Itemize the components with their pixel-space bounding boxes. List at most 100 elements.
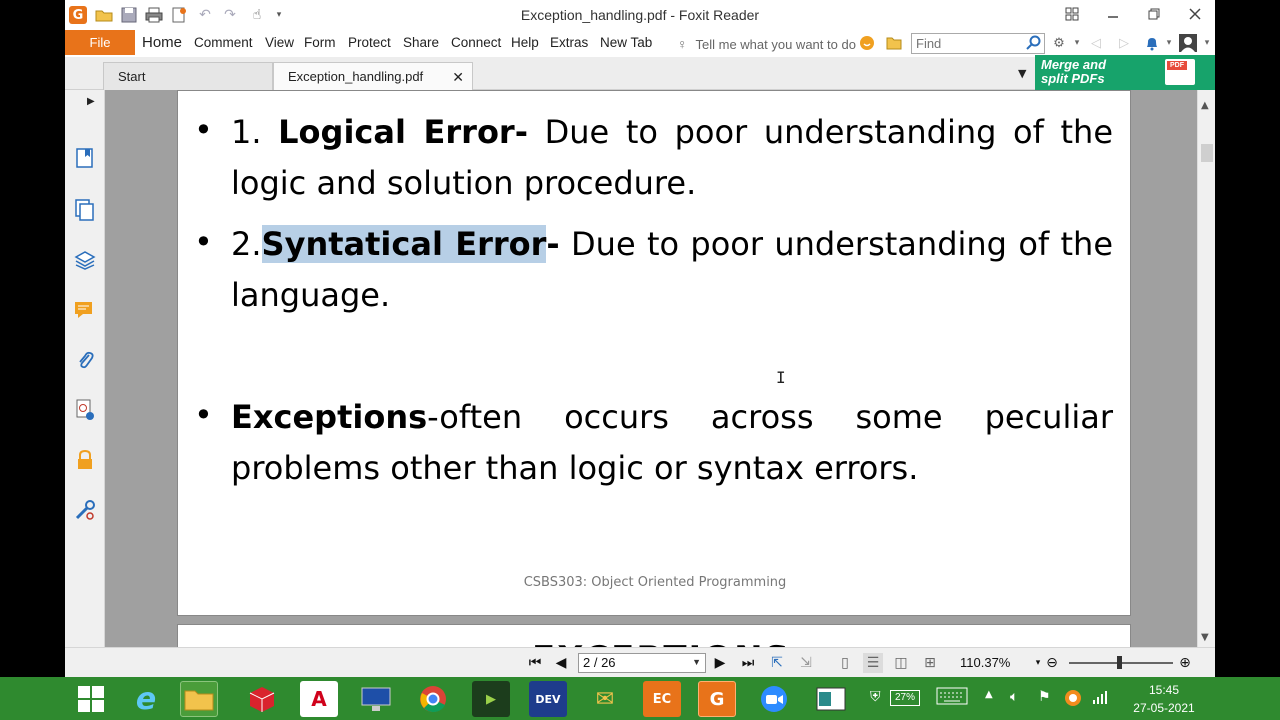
- page-dropdown-icon[interactable]: ▼: [692, 657, 701, 667]
- network-signal-icon[interactable]: [1092, 689, 1108, 709]
- restore-button[interactable]: [1139, 3, 1169, 25]
- internet-explorer-icon[interactable]: e: [127, 681, 165, 717]
- close-button[interactable]: [1180, 3, 1210, 25]
- single-page-icon[interactable]: ▯: [835, 653, 855, 673]
- zoom-out-icon[interactable]: ⊖: [1042, 653, 1062, 673]
- scroll-down-icon[interactable]: ▼: [1201, 632, 1209, 643]
- next-pdf-page[interactable]: EXCEPTIONS: [177, 624, 1131, 647]
- menu-home[interactable]: Home: [142, 34, 182, 51]
- search-icon[interactable]: [1025, 34, 1043, 52]
- menu-help[interactable]: Help: [511, 35, 539, 50]
- lenovo-display-icon[interactable]: [357, 681, 395, 717]
- shield-tray-icon[interactable]: ⛨: [870, 689, 881, 705]
- expand-panel-icon[interactable]: ▶: [87, 96, 95, 107]
- last-page-icon[interactable]: ⏭: [738, 653, 758, 673]
- next-view-icon[interactable]: ⇲: [796, 653, 816, 673]
- menu-comment[interactable]: Comment: [194, 35, 253, 50]
- layers-icon[interactable]: [73, 248, 97, 272]
- action-center-flag-icon[interactable]: ⚑: [1038, 689, 1051, 705]
- dev-cpp-icon[interactable]: DEV: [529, 681, 567, 717]
- zoom-level[interactable]: 110.37%: [960, 655, 1010, 670]
- 3d-box-app-icon[interactable]: [243, 681, 281, 717]
- exceptions-label: Exceptions: [231, 398, 428, 436]
- forward-icon[interactable]: ▷: [1115, 34, 1133, 52]
- minimize-button[interactable]: [1098, 3, 1128, 25]
- notification-bell-icon[interactable]: [1143, 34, 1161, 52]
- clock-time: 15:45: [1148, 683, 1180, 697]
- page-footer: CSBS303: Object Oriented Programming: [523, 575, 787, 590]
- foxit-reader-taskbar-icon[interactable]: G: [698, 681, 736, 717]
- facing-pages-icon[interactable]: ◫: [891, 653, 911, 673]
- signatures-icon[interactable]: [73, 398, 97, 422]
- zoom-slider-thumb[interactable]: [1117, 656, 1122, 669]
- reader-window-icon[interactable]: [812, 681, 850, 717]
- adobe-icon[interactable]: A: [300, 681, 338, 717]
- file-explorer-icon[interactable]: [180, 681, 218, 717]
- tab-exception-handling[interactable]: Exception_handling.pdf ✕: [273, 62, 473, 90]
- selected-text-highlight[interactable]: Syntatical Error: [261, 225, 547, 263]
- attachments-paperclip-icon[interactable]: [73, 348, 97, 372]
- chrome-icon[interactable]: [414, 681, 452, 717]
- close-tab-icon[interactable]: ✕: [452, 69, 464, 86]
- menu-view[interactable]: View: [265, 35, 294, 50]
- presentation-app-icon[interactable]: EC: [643, 681, 681, 717]
- zoom-in-icon[interactable]: ⊕: [1175, 653, 1195, 673]
- volume-icon[interactable]: 🔈︎: [1010, 689, 1018, 705]
- menu-form[interactable]: Form: [304, 35, 336, 50]
- bookmarks-icon[interactable]: [73, 146, 97, 170]
- ribbon-display-icon[interactable]: [1057, 3, 1087, 25]
- pages-thumbnails-icon[interactable]: [73, 198, 97, 222]
- tab-list-dropdown-icon[interactable]: ▼: [1018, 67, 1026, 80]
- tools-wrench-icon[interactable]: [73, 498, 97, 522]
- comments-icon[interactable]: [73, 298, 97, 322]
- status-bar: ⏮ ◀ 2 / 26 ▼ ▶ ⏭ ⇱ ⇲ ▯ ☰ ◫ ⊞ 110.37% ▾ ⊖…: [65, 647, 1215, 677]
- terminal-app-icon[interactable]: ▶: [472, 681, 510, 717]
- avast-tray-icon[interactable]: [1064, 689, 1082, 711]
- vertical-scrollbar[interactable]: ▲ ▼: [1197, 90, 1215, 647]
- taskbar-clock[interactable]: 15:45 27-05-2021: [1124, 681, 1204, 717]
- continuous-page-icon[interactable]: ☰: [863, 653, 883, 673]
- pdf-page[interactable]: • 1. Logical Error- Due to poor understa…: [177, 90, 1131, 616]
- continuous-facing-icon[interactable]: ⊞: [920, 653, 940, 673]
- first-page-icon[interactable]: ⏮: [525, 653, 545, 673]
- show-hidden-icons[interactable]: ▲: [985, 689, 993, 700]
- menu-protect[interactable]: Protect: [348, 35, 391, 50]
- document-view[interactable]: • 1. Logical Error- Due to poor understa…: [105, 90, 1197, 647]
- previous-view-icon[interactable]: ⇱: [767, 653, 787, 673]
- tell-me-text: Tell me what you want to do: [695, 36, 856, 52]
- menu-connect[interactable]: Connect: [451, 35, 501, 50]
- settings-gear-icon[interactable]: ⚙: [1050, 34, 1068, 52]
- search-folder-icon[interactable]: [885, 34, 903, 52]
- sticky-folder-icon[interactable]: ✉: [586, 681, 624, 717]
- battery-indicator[interactable]: 27%: [890, 690, 920, 706]
- bullet-marker: •: [194, 111, 213, 149]
- windows-start-icon[interactable]: [72, 681, 110, 717]
- menu-share[interactable]: Share: [403, 35, 439, 50]
- scroll-thumb[interactable]: [1201, 144, 1213, 162]
- scroll-up-icon[interactable]: ▲: [1201, 100, 1209, 111]
- bell-dropdown-icon[interactable]: ▾: [1160, 34, 1178, 52]
- menu-new-tab[interactable]: New Tab: [600, 35, 652, 50]
- clock-date: 27-05-2021: [1133, 701, 1195, 715]
- keyboard-tray-icon[interactable]: [936, 686, 968, 710]
- next-page-icon[interactable]: ▶: [710, 653, 730, 673]
- navigation-panel: ▶: [65, 90, 105, 647]
- account-dropdown-icon[interactable]: ▾: [1198, 34, 1215, 52]
- page-number-box[interactable]: 2 / 26 ▼: [578, 653, 706, 673]
- list-item-syntatical-error: 2.Syntatical Error- Due to poor understa…: [231, 225, 1114, 314]
- security-lock-icon[interactable]: [73, 448, 97, 472]
- user-avatar-icon[interactable]: [1179, 34, 1197, 52]
- merge-split-ad-banner[interactable]: Merge and split PDFs PDF: [1035, 55, 1215, 90]
- logical-error-label: Logical Error-: [278, 113, 528, 151]
- next-page-heading: EXCEPTIONS: [532, 639, 791, 647]
- tell-me-box[interactable]: ♀ Tell me what you want to do: [677, 34, 857, 54]
- back-icon[interactable]: ◁: [1087, 34, 1105, 52]
- feedback-icon[interactable]: [858, 34, 876, 52]
- file-menu-button[interactable]: File: [65, 30, 135, 55]
- tab-start[interactable]: Start: [103, 62, 273, 90]
- previous-page-icon[interactable]: ◀: [551, 653, 571, 673]
- zoom-meetings-icon[interactable]: [755, 681, 793, 717]
- settings-dropdown-icon[interactable]: ▾: [1068, 34, 1086, 52]
- ribbon-menu-bar: File Home Comment View Form Protect Shar…: [65, 30, 1215, 57]
- menu-extras[interactable]: Extras: [550, 35, 588, 50]
